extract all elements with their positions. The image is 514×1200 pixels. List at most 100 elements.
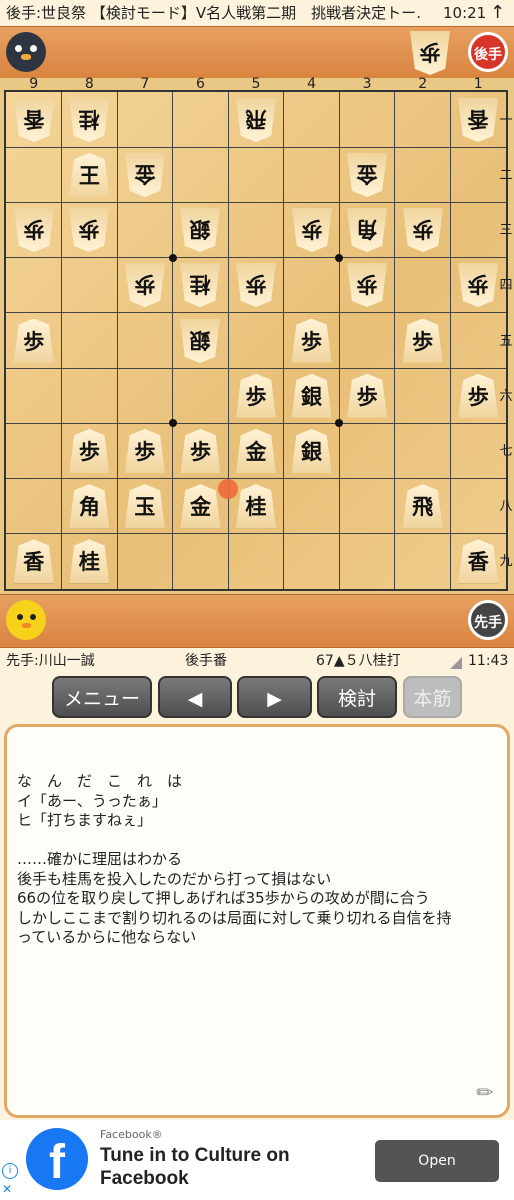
board-piece[interactable]: 桂 [69,539,110,584]
column-label: 2 [418,76,428,92]
prev-move-button[interactable]: ◀ [158,676,232,718]
grid-line [394,92,396,589]
board-piece[interactable]: 歩 [124,428,165,473]
sente-badge: 先手 [468,600,508,640]
board-piece[interactable]: 歩 [291,318,332,363]
comment-line: っているからに他ならない [17,928,197,946]
board-piece[interactable]: 銀 [180,208,220,252]
turn-indicator: 後手番 [185,653,227,669]
grid-line [6,201,506,203]
column-label: 5 [251,76,261,92]
grid-line [6,533,506,535]
ad-banner[interactable]: i ✕ f Facebook® Tune in to Culture on Fa… [0,1120,514,1200]
grid-line [61,92,63,589]
board-piece[interactable]: 香 [13,539,54,584]
ad-open-button[interactable]: Open [375,1140,499,1182]
board-piece[interactable]: 香 [458,539,499,584]
board-piece[interactable]: 歩 [236,373,276,418]
column-label: 3 [362,76,372,92]
board-piece[interactable]: 金 [347,153,387,197]
board-piece[interactable]: 金 [180,484,221,529]
board-piece[interactable]: 香 [458,98,498,142]
star-point [335,419,344,428]
board-piece[interactable]: 王 [69,152,110,197]
row-label: 七 [499,443,513,459]
ad-info-icon[interactable]: i [2,1163,18,1179]
avatar-eye-icon [30,45,37,52]
board-piece[interactable]: 歩 [13,318,54,363]
row-label: 五 [499,333,513,349]
grid-line [6,367,506,369]
analyze-button[interactable]: 検討 [317,676,397,718]
gote-badge: 後手 [468,32,508,72]
comment-line: な ん だ こ れ は [17,772,183,790]
board-piece[interactable]: 歩 [403,208,443,252]
board-piece[interactable]: 桂 [69,98,109,142]
last-move-marker [218,478,239,499]
next-move-button[interactable]: ▶ [237,676,312,718]
board-piece[interactable]: 香 [14,98,54,142]
grid-line [116,92,118,589]
board-piece[interactable]: 歩 [69,208,109,252]
board-piece[interactable]: 歩 [69,428,110,473]
column-label: 7 [140,76,150,92]
board-piece[interactable]: 歩 [458,263,498,307]
board-piece[interactable]: 桂 [236,484,276,529]
board-piece[interactable]: 銀 [291,428,332,473]
sente-avatar[interactable] [6,600,46,640]
board-piece[interactable]: 金 [236,428,276,473]
board-piece[interactable]: 歩 [347,373,388,418]
board-piece[interactable]: 角 [69,484,110,529]
row-label: 二 [499,167,513,183]
board-piece[interactable]: 歩 [236,263,276,307]
column-label: 6 [195,76,205,92]
board-piece[interactable]: 歩 [14,208,54,252]
comment-box[interactable]: な ん だ こ れ はイ「あー、うったぁ」 ヒ「打ちますねぇ」 ……確かに理屈はわか… [4,724,510,1118]
gote-hand-piece[interactable]: 歩 [410,31,450,75]
move-record: 67▲５八桂打 [316,653,401,669]
game-status-bar: 先手:川山一誠 後手番 67▲５八桂打 11:43 [0,648,514,674]
comment-line: 66の位を取り戻して押しあげれば35歩からの攻めが間に合う [17,889,430,907]
board-piece[interactable]: 歩 [125,263,165,307]
avatar-eye-icon [17,614,23,620]
comment-line: イ「あー、うったぁ」 [17,791,167,810]
row-label: 四 [499,278,513,294]
grid-line [172,92,174,589]
grid-line [6,257,506,259]
grid-line [6,478,506,480]
board-piece[interactable]: 銀 [291,373,332,418]
pencil-icon[interactable]: ✎ [470,1078,499,1107]
column-label: 9 [29,76,39,92]
board-piece[interactable]: 飛 [236,98,276,142]
row-label: 一 [499,112,513,128]
board-piece[interactable]: 歩 [402,318,443,363]
ad-close-icon[interactable]: ✕ [2,1182,12,1196]
board-piece[interactable]: 桂 [180,263,220,307]
grid-line [338,92,340,589]
clock-time: 10:21 [443,4,487,22]
board-piece[interactable]: 歩 [347,263,387,307]
star-point [168,253,177,262]
gote-avatar[interactable] [6,32,46,72]
comment-line [17,831,497,851]
board-piece[interactable]: 歩 [458,373,499,418]
board-piece[interactable]: 金 [125,153,165,197]
board-piece[interactable]: 銀 [180,319,220,363]
column-label: 4 [307,76,316,92]
board-piece[interactable]: 飛 [402,484,443,529]
gote-hand-area: 歩 後手 [0,26,514,80]
scroll-up-icon[interactable]: ↑ [490,0,505,26]
facebook-logo-icon: f [26,1128,88,1190]
board-piece[interactable]: 歩 [292,208,332,252]
board-piece[interactable]: 角 [347,208,387,252]
board-piece[interactable]: 玉 [124,484,165,529]
mainline-button[interactable]: 本筋 [403,676,462,718]
sente-player-name: 先手:川山一誠 [6,653,95,669]
grid-line [227,92,229,589]
grid-line [6,146,506,148]
comment-text: な ん だ こ れ はイ「あー、うったぁ」 ヒ「打ちますねぇ」 ……確かに理屈はわか… [17,772,497,948]
comment-line: しかしここまで割り切れるのは局面に対して乗り切れる自信を持 [17,908,452,927]
status-time: 11:43 [468,653,509,669]
board-piece[interactable]: 歩 [180,428,221,473]
menu-button[interactable]: メニュー [52,676,152,718]
